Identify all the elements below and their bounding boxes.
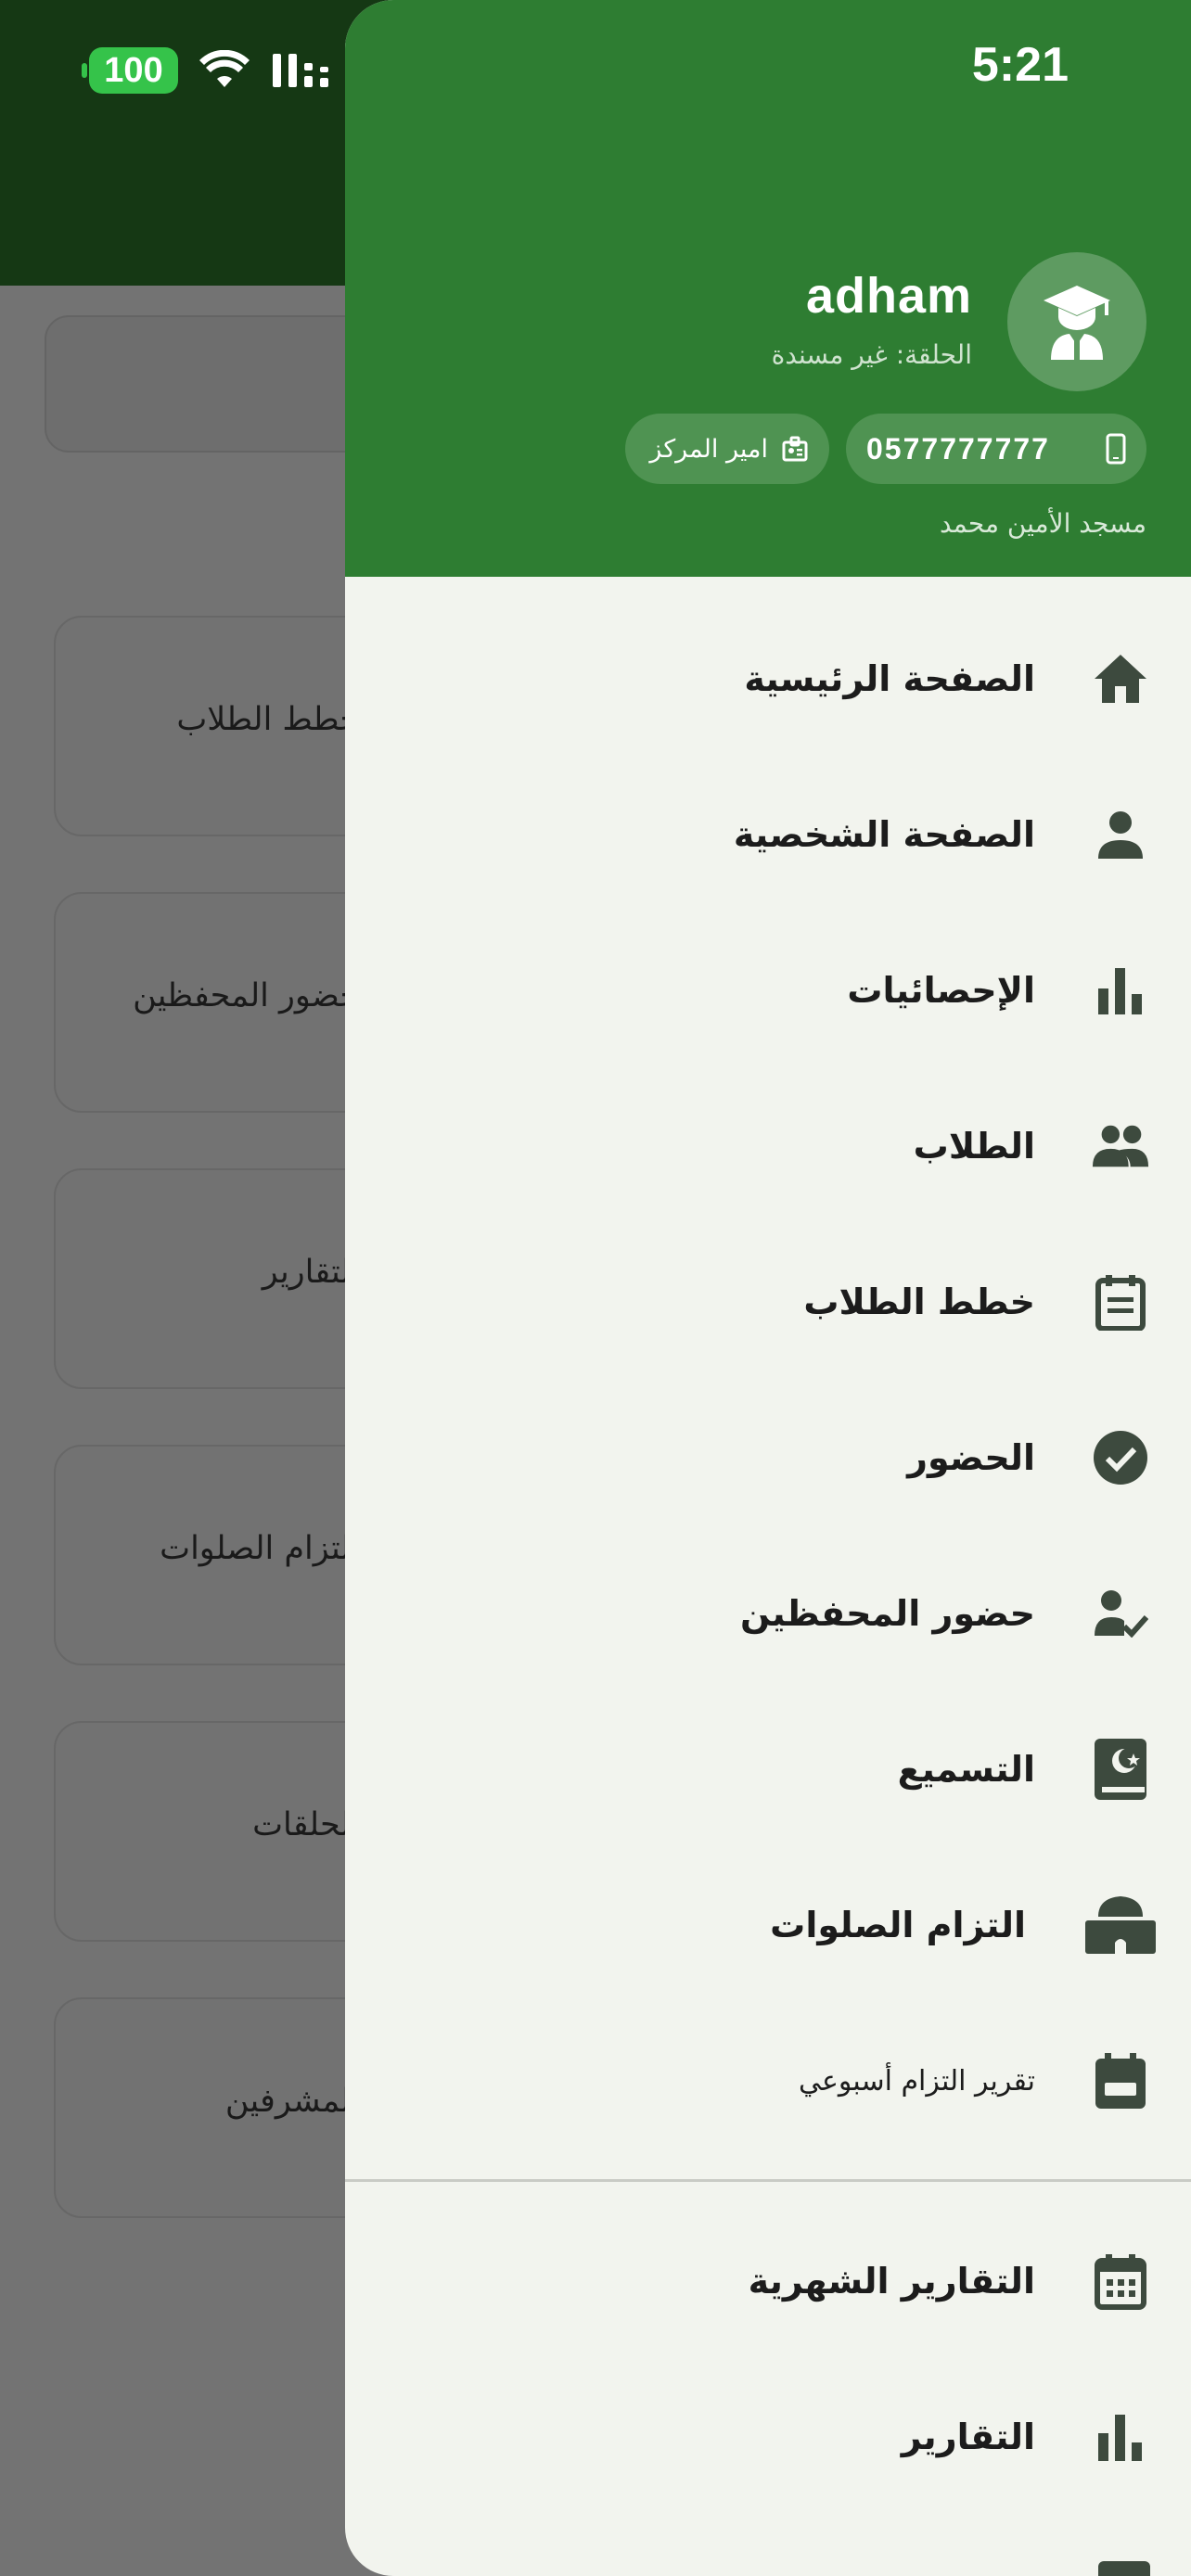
quran-book-icon [1091, 1739, 1150, 1800]
navigation-drawer[interactable]: 5:21 adham الحلقة: غير مسندة 0577777777 [345, 0, 1191, 2576]
mosque-icon [1083, 1895, 1158, 1955]
menu-item-monthly-reports[interactable]: التقارير الشهرية [345, 2203, 1191, 2359]
check-circle-icon [1091, 1428, 1150, 1487]
phone-chip: 0577777777 [846, 414, 1146, 484]
menu-item-label: خطط الطلاب [803, 1282, 1035, 1322]
home-icon [1091, 649, 1150, 708]
role-chip: امير المركز [625, 414, 829, 484]
menu-item-label: الصفحة الرئيسية [744, 658, 1035, 699]
badge-icon [782, 436, 808, 462]
bar-chart-icon [1091, 961, 1150, 1020]
menu-item-label: التسميع [897, 1749, 1035, 1790]
report-chart-icon [1091, 2407, 1150, 2467]
calendar-month-icon [1091, 2251, 1150, 2311]
mosque-name: مسجد الأمين محمد [939, 508, 1146, 539]
menu-item-statistics[interactable]: الإحصائيات [345, 912, 1191, 1068]
phone-icon [1106, 433, 1126, 465]
menu-item-label: حضور المحفظين [740, 1593, 1035, 1634]
menu-item-label: التزام الصلوات [770, 1905, 1026, 1945]
menu-item-label: التقارير [901, 2417, 1035, 2457]
battery-level: 100 [104, 50, 163, 90]
card-label: المشرفين [224, 2083, 360, 2120]
calendar-week-icon [1091, 2051, 1150, 2111]
menu-divider [345, 2179, 1191, 2182]
menu-item-partial[interactable] [1098, 2561, 1150, 2576]
drawer-header: 5:21 adham الحلقة: غير مسندة 0577777777 [345, 0, 1191, 577]
menu-item-teachers-attendance[interactable]: حضور المحفظين [345, 1536, 1191, 1691]
graduate-icon [1044, 286, 1110, 360]
menu-item-students[interactable]: الطلاب [345, 1068, 1191, 1224]
menu-item-recitation[interactable]: التسميع [345, 1691, 1191, 1847]
card-label: التزام الصلوات [160, 1530, 360, 1567]
menu-item-label: الصفحة الشخصية [733, 814, 1035, 855]
card-label: حضور المحفظين [133, 977, 360, 1014]
menu-item-reports[interactable]: التقارير [345, 2359, 1191, 2515]
menu-item-student-plans[interactable]: خطط الطلاب [345, 1224, 1191, 1380]
menu-item-label: الطلاب [913, 1126, 1035, 1167]
menu-item-label: التقارير الشهرية [748, 2261, 1035, 2302]
menu-item-profile[interactable]: الصفحة الشخصية [345, 757, 1191, 912]
group-icon [1091, 1116, 1150, 1176]
menu-item-prayer-commitment[interactable]: التزام الصلوات [345, 1847, 1191, 2003]
halaqa-status: الحلقة: غير مسندة [771, 339, 972, 370]
menu-item-label: تقرير التزام أسبوعي [799, 2064, 1035, 2098]
menu-item-attendance[interactable]: الحضور [345, 1380, 1191, 1536]
menu-item-label: الإحصائيات [847, 970, 1035, 1011]
status-time: 5:21 [971, 38, 1069, 92]
person-icon [1091, 805, 1150, 864]
card-label: خطط الطلاب [176, 701, 360, 738]
card-label: الحلقات [252, 1806, 360, 1843]
plan-icon [1091, 1272, 1150, 1332]
status-bar-indicators: 100 [82, 45, 336, 96]
signal-icon [273, 54, 328, 87]
menu-item-weekly-report[interactable]: تقرير التزام أسبوعي [345, 2003, 1191, 2159]
wifi-icon [199, 50, 250, 87]
avatar[interactable] [1007, 252, 1146, 391]
person-check-icon [1091, 1584, 1150, 1643]
battery-indicator: 100 [82, 47, 178, 94]
menu-item-home[interactable]: الصفحة الرئيسية [345, 601, 1191, 757]
user-name: adham [805, 268, 972, 324]
menu-item-label: الحضور [907, 1437, 1035, 1478]
role-label: امير المركز [649, 434, 768, 464]
phone-number: 0577777777 [866, 431, 1050, 465]
